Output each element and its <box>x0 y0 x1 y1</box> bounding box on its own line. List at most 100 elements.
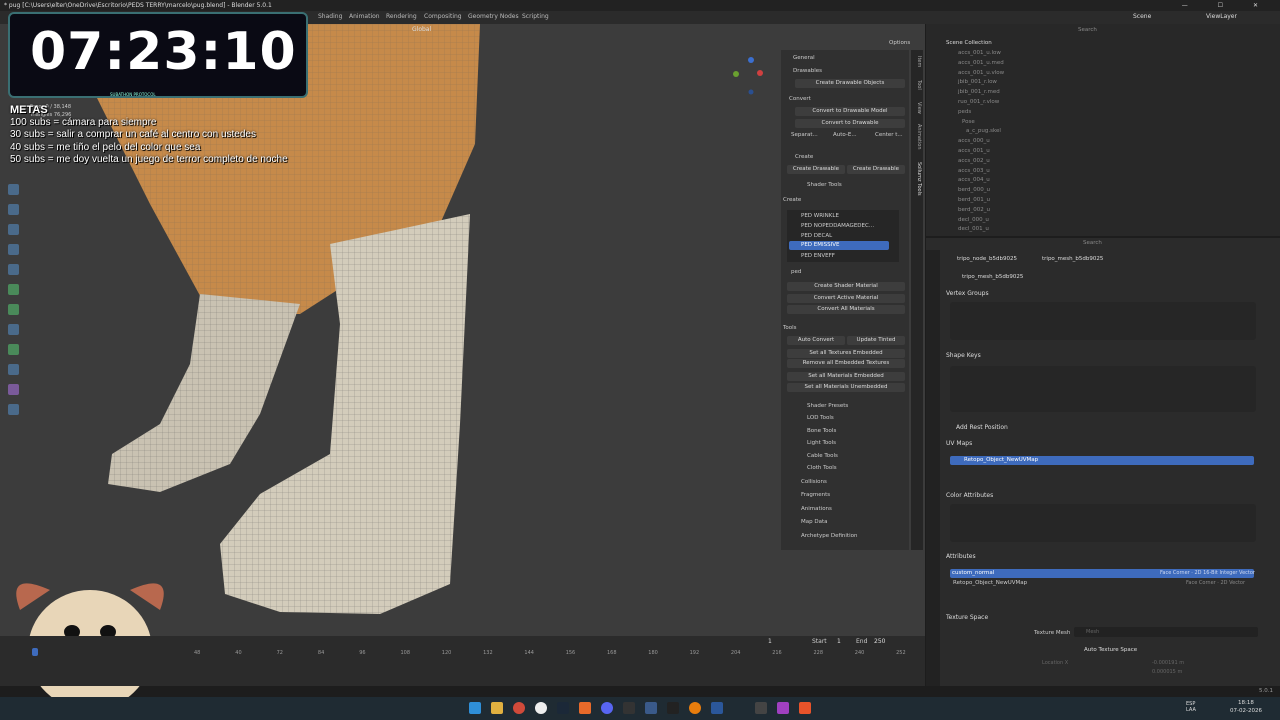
outliner-item[interactable]: accs_001_u.med <box>958 60 1004 66</box>
list-item[interactable]: PED DECAL <box>801 233 832 239</box>
outliner-item[interactable]: ruo_001_r.vlow <box>958 99 999 105</box>
tab-animation-side[interactable]: Animation <box>912 124 922 150</box>
set-all-materials-embedded-button[interactable]: Set all Materials Embedded <box>787 372 905 381</box>
outliner-item[interactable]: accs_002_u <box>958 158 990 164</box>
auto-convert-button[interactable]: Auto Convert <box>787 336 845 345</box>
scene-selector[interactable]: Scene <box>1133 13 1151 20</box>
panel-color-attributes[interactable]: Color Attributes <box>946 492 993 499</box>
panel-drawables[interactable]: Drawables <box>793 68 822 74</box>
obs-icon[interactable] <box>535 702 547 714</box>
shear-tool-icon[interactable] <box>8 404 19 415</box>
app-icon[interactable] <box>579 702 591 714</box>
panel-texture-space[interactable]: Texture Space <box>946 614 988 621</box>
outliner-item[interactable]: accs_003_u <box>958 168 990 174</box>
subpanel-lod-tools[interactable]: LOD Tools <box>807 415 834 421</box>
outliner-item[interactable]: berd_000_u <box>958 187 990 193</box>
convert-to-drawable-button[interactable]: Convert to Drawable <box>795 119 905 128</box>
clock-time[interactable]: 18:18 <box>1238 700 1254 706</box>
input-language[interactable]: ESP LAA <box>1186 701 1196 713</box>
clock-date[interactable]: 07-02-2026 <box>1230 708 1262 714</box>
outliner-item[interactable]: jbib_001_r.low <box>958 79 997 85</box>
annotate-tool-icon[interactable] <box>8 264 19 275</box>
convert-to-drawable-model-button[interactable]: Convert to Drawable Model <box>795 107 905 116</box>
tab-compositing[interactable]: Compositing <box>424 13 462 20</box>
tab-scripting[interactable]: Scripting <box>522 13 549 20</box>
tab-view[interactable]: View <box>912 102 922 114</box>
outliner-item[interactable]: accs_001_u <box>958 148 990 154</box>
outliner-item[interactable]: peds <box>958 109 971 115</box>
smooth-tool-icon[interactable] <box>8 384 19 395</box>
subpanel-shader-presets[interactable]: Shader Presets <box>807 403 848 409</box>
outliner-item[interactable]: accs_001_u.vlow <box>958 70 1004 76</box>
outliner-item[interactable]: jbib_001_r.med <box>958 89 1000 95</box>
list-item[interactable]: PED ENVEFF <box>801 253 835 259</box>
viewport-options[interactable]: Options <box>889 40 910 46</box>
panel-general[interactable]: General <box>793 55 815 61</box>
app-icon[interactable] <box>799 702 811 714</box>
tab-geometry-nodes[interactable]: Geometry Nodes <box>468 13 519 20</box>
tab-tool[interactable]: Tool <box>912 80 922 90</box>
outliner-item[interactable]: a_c_pug.skel <box>966 128 1001 134</box>
start-icon[interactable] <box>469 702 481 714</box>
texture-mesh-field[interactable]: Mesh <box>1074 627 1258 637</box>
add-rest-position-checkbox[interactable]: Add Rest Position <box>956 424 1008 431</box>
convert-all-materials-button[interactable]: Convert All Materials <box>787 305 905 314</box>
bevel-tool-icon[interactable] <box>8 324 19 335</box>
discord-icon[interactable] <box>601 702 613 714</box>
file-explorer-icon[interactable] <box>491 702 503 714</box>
center-checkbox[interactable]: Center t... <box>875 132 903 138</box>
panel-attributes[interactable]: Attributes <box>946 553 976 560</box>
outliner-item[interactable]: berd_002_u <box>958 207 990 213</box>
create-drawable-objects-button[interactable]: Create Drawable Objects <box>795 79 905 88</box>
update-tinted-button[interactable]: Update Tinted <box>847 336 905 345</box>
terminal-icon[interactable] <box>667 702 679 714</box>
word-icon[interactable] <box>711 702 723 714</box>
location-x[interactable]: -0.000191 m <box>1152 660 1184 666</box>
tab-item[interactable]: Item <box>912 56 922 67</box>
outliner-item[interactable]: accs_000_u <box>958 138 990 144</box>
current-frame[interactable]: 1 <box>768 638 772 645</box>
outliner-item[interactable]: decl_000_u <box>958 217 989 223</box>
set-all-materials-unembedded-button[interactable]: Set all Materials Unembedded <box>787 383 905 392</box>
scene-collection[interactable]: Scene Collection <box>946 40 992 46</box>
panel-fragments[interactable]: Fragments <box>801 492 830 498</box>
move-tool-icon[interactable] <box>8 184 19 195</box>
tab-shading[interactable]: Shading <box>318 13 342 20</box>
panel-animations[interactable]: Animations <box>801 506 832 512</box>
create-drawable-button[interactable]: Create Drawable <box>787 165 845 174</box>
window-controls[interactable]: — ☐ ✕ <box>1182 0 1272 11</box>
scale-tool-icon[interactable] <box>8 224 19 235</box>
separate-checkbox[interactable]: Separat... <box>791 132 818 138</box>
timeline[interactable]: 1 Start 1 End 250 48 40 72 84 96 108 120 132 144… <box>0 636 925 686</box>
set-all-textures-embedded-button[interactable]: Set all Textures Embedded <box>787 349 905 358</box>
blender-icon[interactable] <box>689 702 701 714</box>
mail-icon[interactable] <box>755 702 767 714</box>
rotate-tool-icon[interactable] <box>8 204 19 215</box>
settings-icon[interactable] <box>645 702 657 714</box>
tab-animation[interactable]: Animation <box>349 13 380 20</box>
inset-tool-icon[interactable] <box>8 304 19 315</box>
panel-shape-keys[interactable]: Shape Keys <box>946 352 981 359</box>
outliner-item[interactable]: decl_001_u <box>958 226 989 232</box>
tab-sollumz-tools[interactable]: Sollumz Tools <box>912 162 922 196</box>
convert-active-material-button[interactable]: Convert Active Material <box>787 294 905 303</box>
subpanel-cloth-tools[interactable]: Cloth Tools <box>807 465 837 471</box>
view-layer-selector[interactable]: ViewLayer <box>1206 13 1237 20</box>
panel-map-data[interactable]: Map Data <box>801 519 828 525</box>
outliner-item[interactable]: Pose <box>962 119 975 125</box>
attribute-row[interactable]: Retopo_Object_NewUVMap <box>953 580 1027 586</box>
list-item[interactable]: PED WRINKLE <box>801 213 839 219</box>
app-icon[interactable] <box>777 702 789 714</box>
subpanel-bone-tools[interactable]: Bone Tools <box>807 428 836 434</box>
subpanel-light-tools[interactable]: Light Tools <box>807 440 836 446</box>
panel-vertex-groups[interactable]: Vertex Groups <box>946 290 989 297</box>
shader-filter-input[interactable]: ped <box>791 269 801 275</box>
panel-archetype-definition[interactable]: Archetype Definition <box>801 533 857 539</box>
properties-search-input[interactable]: Search <box>1083 240 1102 246</box>
end-frame[interactable]: 250 <box>874 638 885 645</box>
steam-icon[interactable] <box>557 702 569 714</box>
mesh-name-field[interactable]: tripo_mesh_b5db9025 <box>962 274 1023 280</box>
create-shader-material-button[interactable]: Create Shader Material <box>787 282 905 291</box>
auto-texture-space-checkbox[interactable]: Auto Texture Space <box>1084 647 1137 653</box>
uv-map-selected[interactable]: Retopo_Object_NewUVMap <box>950 456 1254 465</box>
